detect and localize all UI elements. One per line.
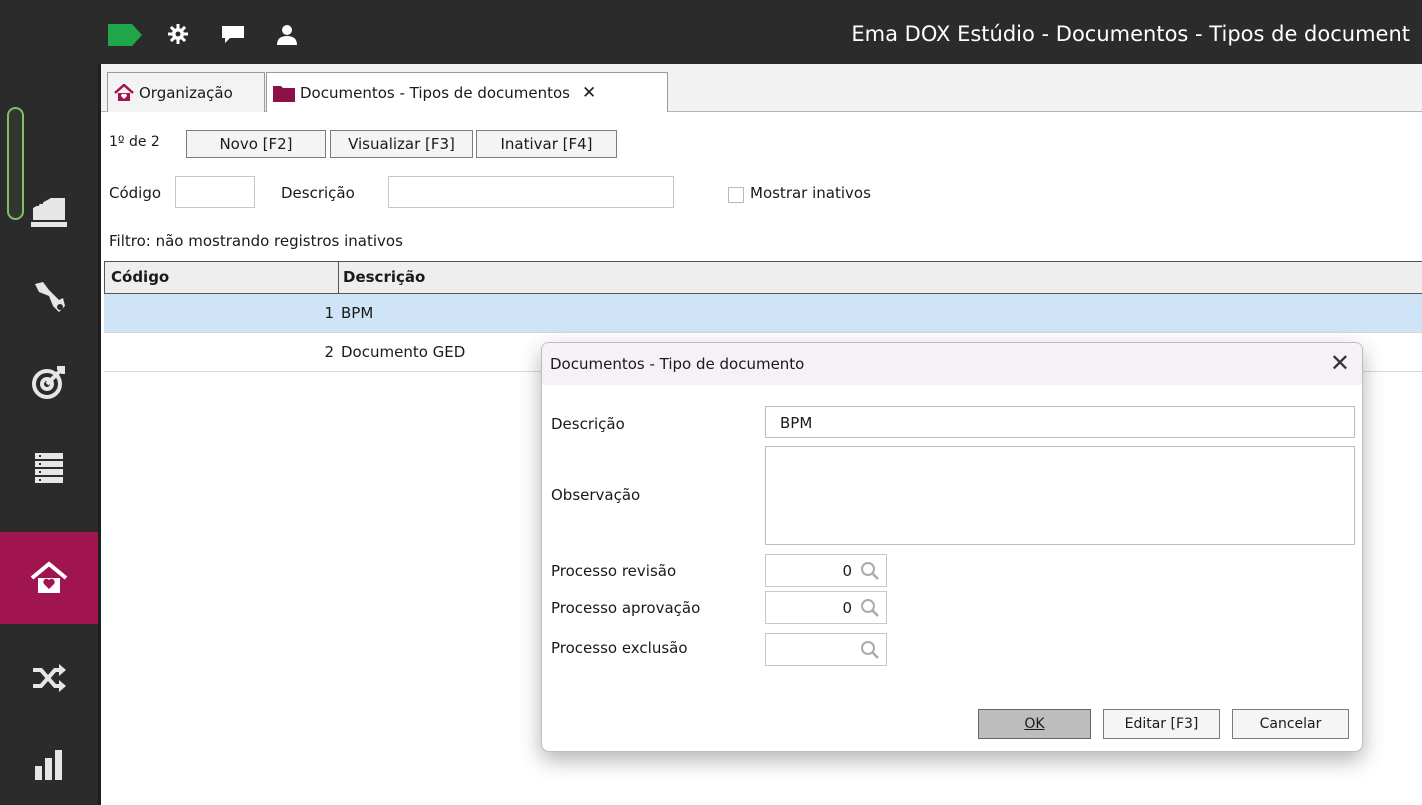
description-field[interactable]: BPM [765, 406, 1355, 438]
search-icon[interactable] [860, 640, 880, 660]
search-icon[interactable] [860, 561, 880, 581]
cancel-button[interactable]: Cancelar [1232, 709, 1349, 739]
sidebar-item-dashboard[interactable] [0, 164, 98, 256]
review-process-label: Processo revisão [551, 562, 677, 580]
table-row[interactable]: 1 BPM [104, 294, 1422, 333]
code-filter-input[interactable] [175, 176, 255, 208]
review-process-value: 0 [842, 562, 852, 580]
inactivate-button[interactable]: Inativar [F4] [476, 130, 617, 158]
dashboard-icon [31, 198, 67, 227]
column-separator[interactable] [338, 262, 339, 293]
flag-icon[interactable] [108, 24, 142, 46]
shuffle-icon [33, 664, 66, 692]
sidebar-item-tools[interactable] [0, 250, 98, 342]
view-button[interactable]: Visualizar [F3] [330, 130, 473, 158]
edit-button[interactable]: Editar [F3] [1103, 709, 1220, 739]
record-counter: 1º de 2 [109, 134, 160, 150]
description-filter-input[interactable] [388, 176, 674, 208]
column-header-code[interactable]: Código [111, 268, 169, 286]
folder-icon [273, 84, 295, 102]
table-header: Código Descrição [104, 261, 1422, 294]
review-process-lookup[interactable]: 0 [765, 554, 887, 587]
ok-button[interactable]: OK [978, 709, 1091, 739]
description-label: Descrição [551, 415, 625, 433]
dialog-title: Documentos - Tipo de documento [550, 355, 805, 373]
approval-process-value: 0 [842, 599, 852, 617]
tab-documentos-tipos[interactable]: Documentos - Tipos de documentos ✕ [266, 72, 668, 112]
close-tab-icon[interactable]: ✕ [582, 83, 596, 103]
cell-code: 1 [324, 304, 334, 322]
document-type-dialog: Documentos - Tipo de documento ✕ Descriç… [541, 342, 1363, 752]
exclusion-process-lookup[interactable] [765, 633, 887, 666]
show-inactive-label[interactable]: Mostrar inativos [750, 184, 871, 202]
dialog-close-icon[interactable]: ✕ [1330, 349, 1350, 377]
bar-chart-icon [35, 750, 62, 780]
description-filter-label: Descrição [281, 184, 355, 202]
tools-icon [35, 282, 65, 312]
sidebar [0, 0, 98, 805]
window-title: Ema DOX Estúdio - Documentos - Tipos de … [851, 22, 1410, 46]
sidebar-item-organization[interactable] [0, 532, 98, 624]
new-button[interactable]: Novo [F2] [186, 130, 326, 158]
user-icon[interactable] [276, 24, 298, 46]
gear-icon[interactable] [168, 24, 188, 44]
ok-button-label: OK [1024, 716, 1045, 732]
show-inactive-checkbox[interactable] [728, 187, 744, 203]
sidebar-item-list[interactable] [0, 422, 98, 514]
target-icon [32, 366, 65, 399]
cell-description: BPM [341, 304, 374, 322]
home-heart-icon [30, 561, 68, 593]
cell-description: Documento GED [341, 343, 466, 361]
tab-organizacao-label: Organização [139, 83, 233, 102]
approval-process-label: Processo aprovação [551, 599, 701, 617]
code-filter-label: Código [109, 184, 162, 202]
tab-documentos-tipos-label: Documentos - Tipos de documentos [300, 83, 570, 102]
filter-status-text: Filtro: não mostrando registros inativos [109, 232, 403, 250]
approval-process-lookup[interactable]: 0 [765, 591, 887, 624]
search-icon[interactable] [860, 598, 880, 618]
home-icon [114, 83, 134, 102]
observation-label: Observação [551, 486, 641, 504]
top-bar: Ema DOX Estúdio - Documentos - Tipos de … [98, 0, 1422, 64]
chat-icon[interactable] [222, 26, 244, 44]
sidebar-item-shuffle[interactable] [0, 632, 98, 724]
cell-code: 2 [324, 343, 334, 361]
observation-field[interactable] [765, 446, 1355, 545]
description-value: BPM [780, 414, 813, 432]
tab-bar: Organização Documentos - Tipos de docume… [101, 64, 1422, 112]
sidebar-item-target[interactable] [0, 336, 98, 428]
dialog-title-bar: Documentos - Tipo de documento ✕ [542, 343, 1362, 385]
sidebar-item-reports[interactable] [0, 718, 98, 805]
exclusion-process-label: Processo exclusão [551, 639, 688, 657]
tab-organizacao[interactable]: Organização [107, 72, 265, 112]
column-header-description[interactable]: Descrição [343, 268, 425, 286]
list-icon [35, 453, 63, 483]
